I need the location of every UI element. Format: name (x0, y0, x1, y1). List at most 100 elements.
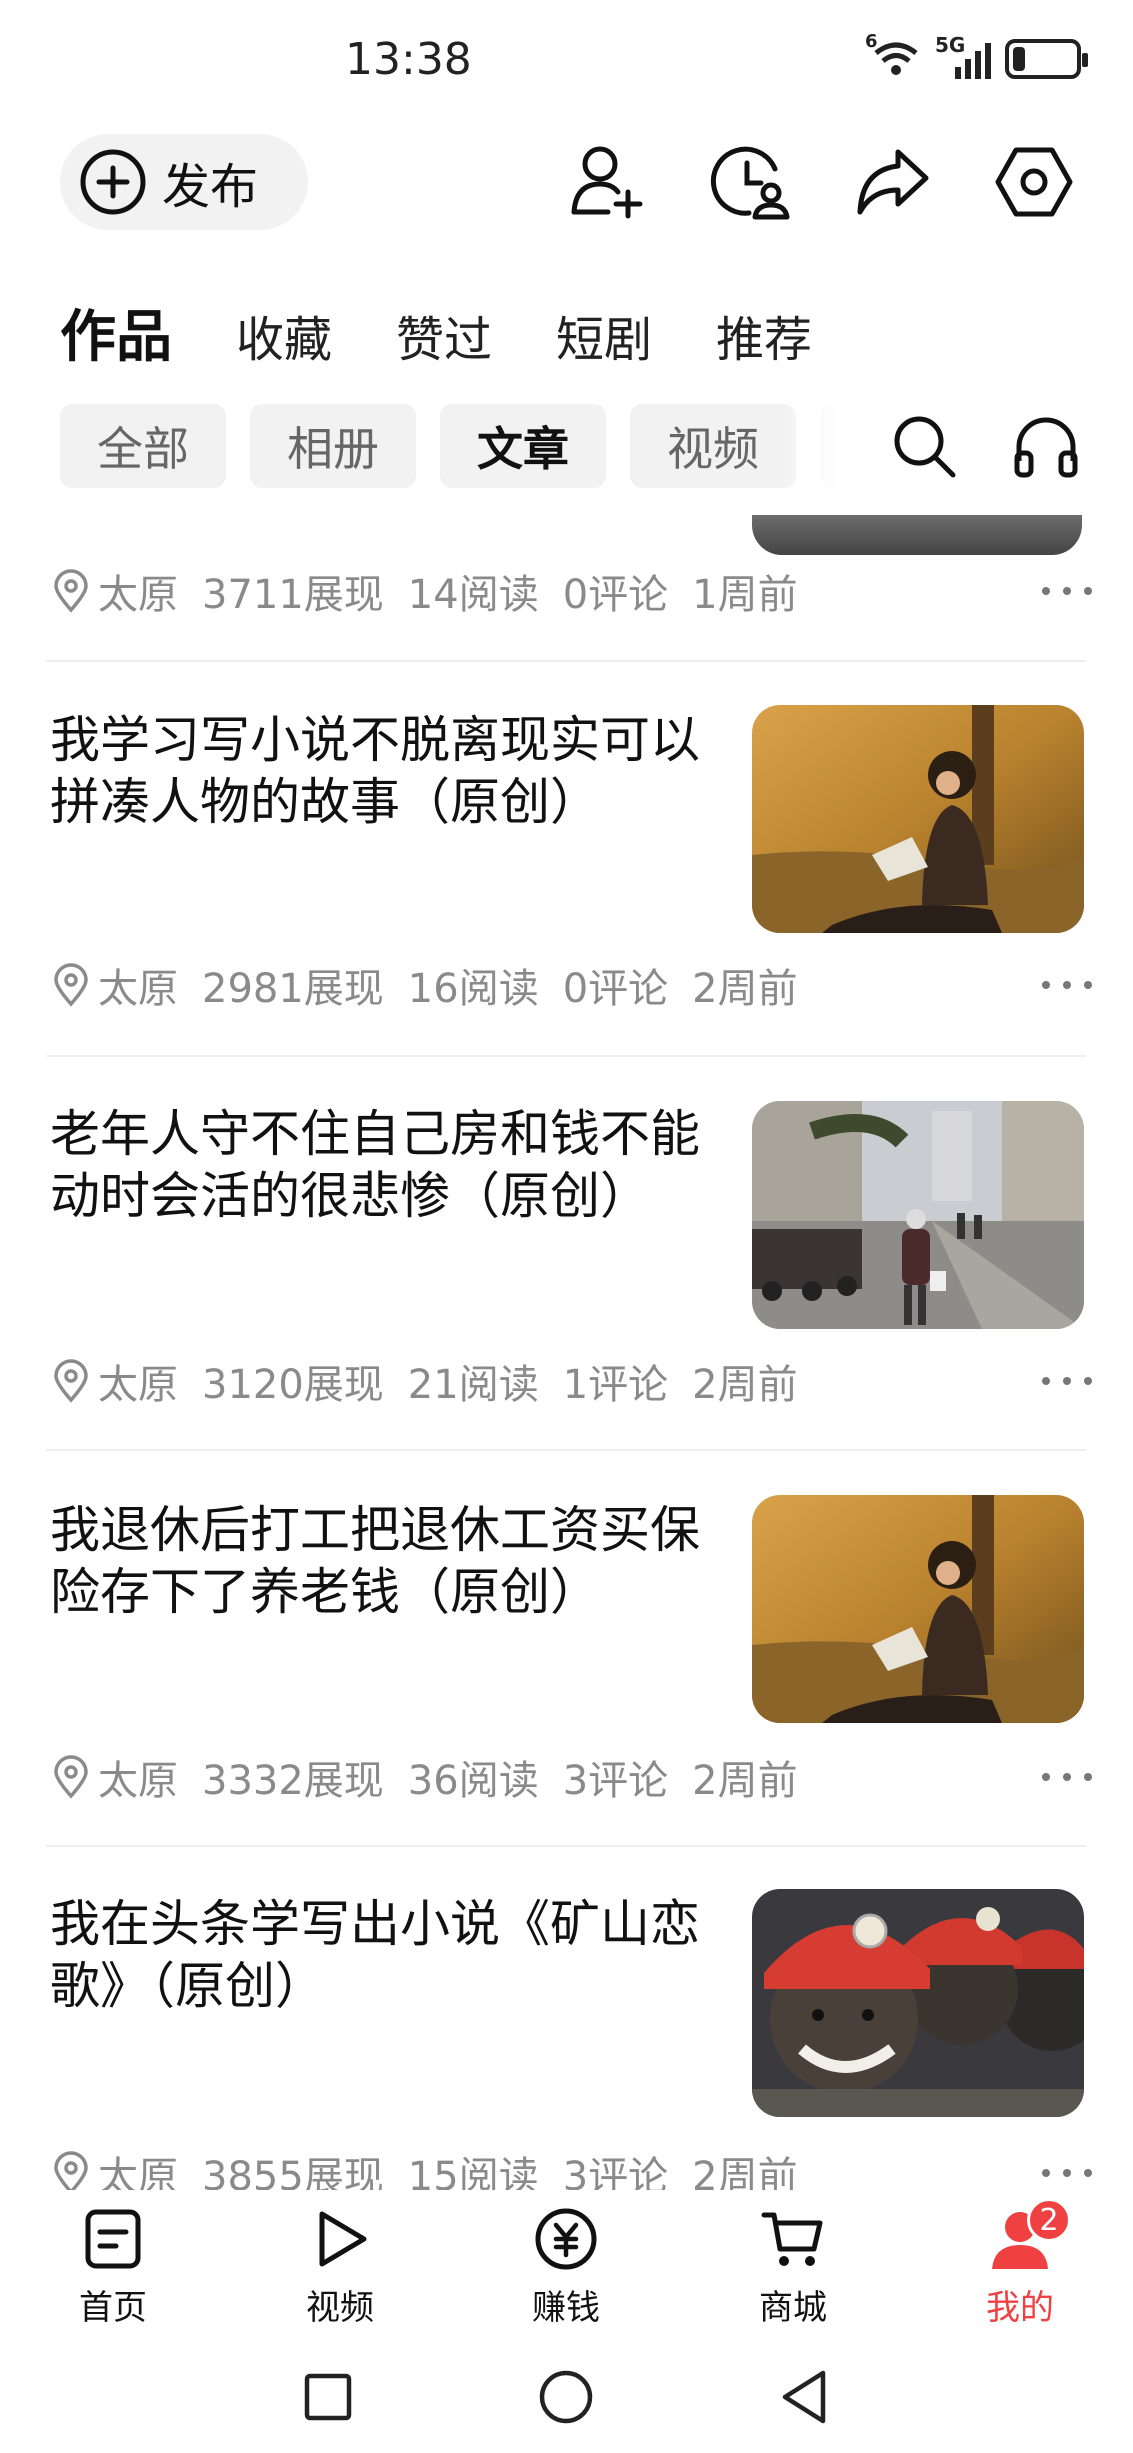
more-options-icon[interactable] (1042, 1369, 1092, 1393)
views: 3855展现 (202, 2154, 384, 2190)
partial-item-meta: 太原 3711展现 14阅读 0评论 1周前 (52, 561, 1092, 621)
article-thumbnail[interactable] (752, 705, 1084, 933)
article-thumbnail[interactable] (752, 1101, 1084, 1329)
reads: 21阅读 (407, 1362, 539, 1408)
more-options-icon[interactable] (1042, 579, 1092, 603)
location: 太原 (98, 2154, 178, 2190)
network-label: 5G (935, 33, 966, 57)
more-options-icon[interactable] (1042, 1765, 1092, 1789)
status-bar: 13:38 6 5G (0, 0, 1133, 120)
location-pin-icon (54, 569, 88, 613)
reads: 16阅读 (407, 966, 539, 1012)
share-icon[interactable] (850, 140, 934, 224)
article-title[interactable]: 我学习写小说不脱离现实可以拼凑人物的故事（原创） (50, 709, 700, 833)
main-tabs: 作品 收藏 赞过 短剧 推荐 (60, 292, 876, 373)
article-title[interactable]: 老年人守不住自己房和钱不能动时会活的很悲惨（原创） (50, 1103, 700, 1227)
location-pin-icon (54, 1755, 88, 1799)
nav-home[interactable]: 首页 (43, 2204, 183, 2329)
settings-icon[interactable] (992, 140, 1076, 224)
views: 2981展现 (202, 966, 384, 1012)
reads: 15阅读 (407, 2154, 539, 2190)
nav-video[interactable]: 视频 (270, 2204, 410, 2329)
location-pin-icon (54, 2151, 88, 2190)
location: 太原 (98, 1362, 178, 1408)
chip-album[interactable]: 相册 (250, 404, 416, 488)
time: 2周前 (692, 1362, 798, 1408)
battery-icon (1005, 39, 1088, 79)
recents-square-icon[interactable] (293, 2362, 363, 2432)
article-title[interactable]: 我退休后打工把退休工资买保险存下了养老钱（原创） (50, 1499, 700, 1623)
bottom-nav: 首页 视频 赚钱 商城 2 我的 (0, 2190, 1133, 2340)
wifi-icon: 6 (865, 31, 921, 79)
publish-label: 发布 (162, 159, 259, 215)
home-circle-icon[interactable] (531, 2362, 601, 2432)
cart-icon (758, 2204, 828, 2274)
play-icon (305, 2204, 375, 2274)
tab-recommend[interactable]: 推荐 (716, 300, 812, 370)
article-feed[interactable]: 太原 3711展现 14阅读 0评论 1周前 我学习写小说不脱离现实可以拼凑人物… (0, 515, 1133, 2190)
more-options-icon[interactable] (1042, 2161, 1092, 2185)
time: 2周前 (692, 966, 798, 1012)
location-pin-icon (54, 963, 88, 1007)
article-meta: 太原 3120展现 21阅读 1评论 2周前 (52, 1351, 1092, 1411)
yuan-coin-icon (531, 2204, 601, 2274)
nav-earn[interactable]: 赚钱 (496, 2204, 636, 2329)
home-doc-icon (78, 2204, 148, 2274)
nav-label: 视频 (306, 2288, 374, 2328)
nav-me[interactable]: 2 我的 (950, 2198, 1090, 2329)
profile-icon: 2 (985, 2198, 1071, 2274)
back-triangle-icon[interactable] (770, 2362, 840, 2432)
views: 3120展现 (202, 1362, 384, 1408)
views: 3332展现 (202, 1758, 384, 1804)
comments: 0评论 (562, 966, 669, 1012)
article-meta: 太原 3855展现 15阅读 3评论 2周前 (52, 2143, 1092, 2190)
comments: 1评论 (562, 1362, 669, 1408)
nav-label: 首页 (79, 2288, 147, 2328)
headphones-icon[interactable] (1004, 404, 1088, 488)
tab-short-drama[interactable]: 短剧 (556, 300, 652, 370)
plus-circle-icon (78, 147, 148, 217)
comments: 3评论 (562, 1758, 669, 1804)
article-title[interactable]: 我在头条学写出小说《矿山恋歌》（原创） (50, 1893, 700, 2017)
divider (46, 1449, 1086, 1451)
nav-label: 我的 (986, 2288, 1054, 2328)
article-meta: 太原 2981展现 16阅读 0评论 2周前 (52, 955, 1092, 1015)
publish-button[interactable]: 发布 (60, 134, 308, 230)
comments: 3评论 (562, 2154, 669, 2190)
miners-image (752, 1889, 1084, 2117)
time: 1周前 (692, 572, 798, 618)
add-friend-icon[interactable] (566, 140, 650, 224)
chip-video[interactable]: 视频 (630, 404, 796, 488)
location-pin-icon (54, 1359, 88, 1403)
search-icon[interactable] (882, 404, 966, 488)
filter-chips: 全部 相册 文章 视频 微 (60, 404, 840, 488)
comments: 0评论 (562, 572, 669, 618)
tab-favorites[interactable]: 收藏 (236, 300, 332, 370)
reads: 36阅读 (407, 1758, 539, 1804)
wifi-label: 6 (865, 31, 878, 52)
divider (46, 1055, 1086, 1057)
woman-reading-image (752, 705, 1084, 933)
nav-mall[interactable]: 商城 (723, 2204, 863, 2329)
reads: 14阅读 (407, 572, 539, 618)
system-nav-bar (0, 2340, 1133, 2453)
nav-label: 商城 (759, 2288, 827, 2328)
partial-thumbnail[interactable] (752, 515, 1082, 555)
chip-articles[interactable]: 文章 (440, 404, 606, 488)
time: 2周前 (692, 2154, 798, 2190)
woman-reading-image (752, 1495, 1084, 1723)
article-thumbnail[interactable] (752, 1495, 1084, 1723)
divider (46, 660, 1086, 662)
divider (46, 1845, 1086, 1847)
location: 太原 (98, 572, 178, 618)
nav-label: 赚钱 (532, 2288, 600, 2328)
article-thumbnail[interactable] (752, 1889, 1084, 2117)
more-options-icon[interactable] (1042, 973, 1092, 997)
tab-works[interactable]: 作品 (60, 292, 172, 373)
history-icon[interactable] (708, 140, 792, 224)
location: 太原 (98, 966, 178, 1012)
chip-all[interactable]: 全部 (60, 404, 226, 488)
status-icons: 6 5G (865, 31, 1088, 82)
views: 3711展现 (202, 572, 384, 618)
tab-liked[interactable]: 赞过 (396, 300, 492, 370)
